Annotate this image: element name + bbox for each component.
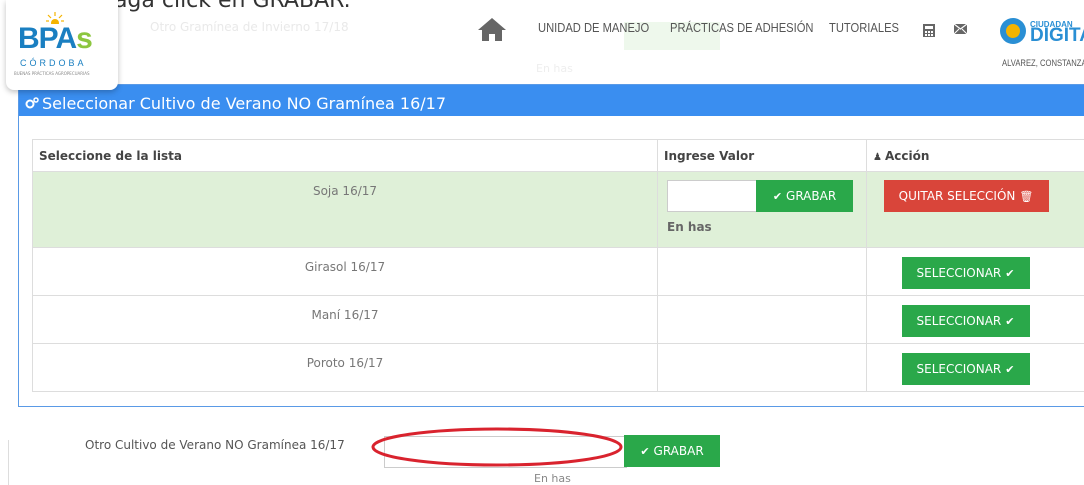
otro-unit-label: En has [534, 472, 571, 485]
bpas-logo[interactable]: BPAs CÓRDOBA BUENAS PRÁCTICAS AGROPECUAR… [6, 0, 118, 90]
value-cell [657, 247, 867, 296]
ghost-unit-label: En has [536, 62, 573, 75]
seleccionar-button[interactable]: SELECCIONAR ✔ [901, 257, 1030, 289]
nav-practicas-de-adhesion[interactable]: PRÁCTICAS DE ADHESIÓN [670, 20, 814, 35]
table-header-row: Seleccione de la lista Ingrese Valor ♟ Ac… [32, 139, 1084, 172]
value-input[interactable] [667, 180, 757, 212]
gears-icon [25, 97, 39, 109]
nav-unidad-de-manejo[interactable]: UNIDAD DE MANEJO [538, 20, 649, 35]
grabar-button[interactable]: ✔ GRABAR [756, 180, 853, 212]
table-row: Maní 16/17 SELECCIONAR ✔ [32, 295, 1084, 344]
logo-tagline: BUENAS PRÁCTICAS AGROPECUARIAS [14, 71, 90, 76]
value-cell: ✔ GRABAR En has [657, 171, 867, 248]
action-cell: SELECCIONAR ✔ [866, 295, 1084, 344]
user-menu[interactable]: ALVAREZ, CONSTANZA [1002, 58, 1084, 68]
action-cell: SELECCIONAR ✔ [866, 247, 1084, 296]
cultivo-name: Poroto 16/17 [32, 343, 658, 392]
otro-grabar-button[interactable]: ✔ GRABAR [624, 435, 720, 467]
seleccionar-button[interactable]: SELECCIONAR ✔ [901, 305, 1030, 337]
cultivo-panel: Seleccionar Cultivo de Verano NO Gramíne… [18, 84, 1084, 407]
check-icon: ✔ [640, 444, 650, 458]
unit-label: En has [667, 220, 712, 234]
table-row: Soja 16/17 ✔ GRABAR En has QUITAR SELECCI… [32, 171, 1084, 248]
value-cell [657, 295, 867, 344]
header-seleccione: Seleccione de la lista [32, 139, 658, 172]
seleccionar-button[interactable]: SELECCIONAR ✔ [901, 353, 1030, 385]
check-icon: ✔ [1005, 314, 1015, 328]
trash-icon: 🗑 [1019, 189, 1034, 203]
annotation-ellipse [371, 427, 623, 467]
check-icon: ✔ [772, 189, 783, 203]
envelope-icon[interactable] [954, 24, 967, 34]
cultivos-table: Seleccione de la lista Ingrese Valor ♟ Ac… [32, 139, 1084, 392]
ghost-row-label: Otro Gramínea de Invierno 17/18 [150, 20, 349, 34]
cultivo-name: Girasol 16/17 [32, 247, 658, 296]
cultivo-name: Maní 16/17 [32, 295, 658, 344]
header-accion: ♟ Acción [866, 139, 1084, 172]
instruction-text: haga click en GRABAR. [100, 0, 351, 13]
table-row: Poroto 16/17 SELECCIONAR ✔ [32, 343, 1084, 392]
action-cell: QUITAR SELECCIÓN 🗑 [866, 171, 1084, 248]
otro-cultivo-label: Otro Cultivo de Verano NO Gramínea 16/17 [85, 438, 345, 452]
home-icon[interactable] [476, 16, 508, 42]
value-cell [657, 343, 867, 392]
divider [8, 440, 9, 485]
panel-title: Seleccionar Cultivo de Verano NO Gramíne… [42, 93, 447, 113]
header-ingrese-valor: Ingrese Valor [657, 139, 867, 172]
ciudadano-digital-icon [1000, 18, 1026, 44]
action-cell: SELECCIONAR ✔ [866, 343, 1084, 392]
logo-wordmark: BPAs [18, 22, 93, 55]
table-row: Girasol 16/17 SELECCIONAR ✔ [32, 247, 1084, 296]
quitar-seleccion-button[interactable]: QUITAR SELECCIÓN 🗑 [883, 180, 1049, 212]
check-icon: ✔ [1005, 266, 1015, 280]
logo-cordoba: CÓRDOBA [20, 58, 87, 68]
nav-tutoriales[interactable]: TUTORIALES [829, 20, 899, 35]
check-icon: ✔ [1005, 362, 1015, 376]
cultivo-name: Soja 16/17 [32, 171, 658, 248]
panel-header: Seleccionar Cultivo de Verano NO Gramíne… [19, 85, 1084, 116]
digital-label: DIGITA [1030, 25, 1084, 46]
calculator-icon[interactable] [923, 24, 935, 37]
user-icon: ♟ [873, 151, 882, 163]
